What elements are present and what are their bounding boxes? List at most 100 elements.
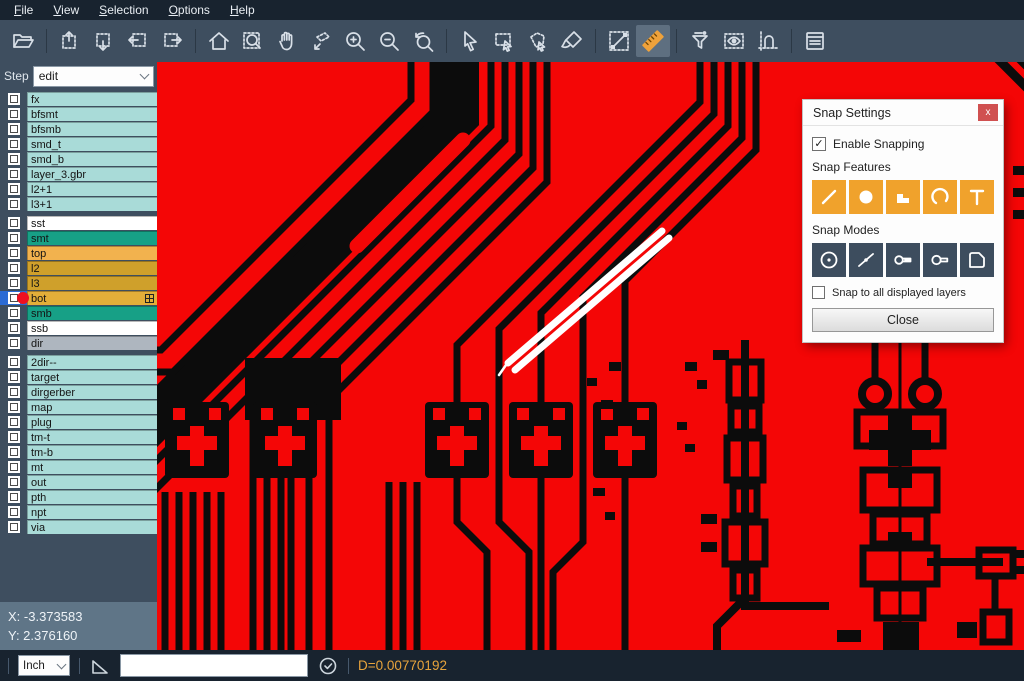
home-view-button[interactable] [202, 25, 236, 57]
layer-name[interactable]: smd_b [27, 152, 157, 166]
layer-visibility-checkbox[interactable] [0, 370, 27, 384]
ruler-tool-button[interactable] [636, 25, 670, 57]
layer-name[interactable]: top [27, 246, 157, 260]
measure-input[interactable] [120, 654, 308, 677]
trace-path-button[interactable] [751, 25, 785, 57]
menu-item-selection[interactable]: Selection [89, 0, 158, 20]
layer-visibility-checkbox[interactable] [0, 197, 27, 211]
view-box-button[interactable] [717, 25, 751, 57]
layer-name[interactable]: tm-t [27, 430, 157, 444]
layer-visibility-checkbox[interactable] [0, 182, 27, 196]
step-dropdown[interactable]: edit [33, 66, 154, 87]
layer-name[interactable]: bot [27, 291, 157, 305]
move-shape-button[interactable] [304, 25, 338, 57]
dialog-close-icon[interactable]: x [978, 104, 998, 121]
layer-name[interactable]: bfsmb [27, 122, 157, 136]
enable-snapping-checkbox[interactable] [812, 137, 826, 151]
layer-visibility-checkbox[interactable] [0, 355, 27, 369]
layer-name[interactable]: l2 [27, 261, 157, 275]
layer-visibility-checkbox[interactable] [0, 520, 27, 534]
snap-all-checkbox[interactable] [812, 286, 825, 299]
layer-name[interactable]: smt [27, 231, 157, 245]
layer-visibility-checkbox[interactable] [0, 460, 27, 474]
pan-hand-button[interactable] [270, 25, 304, 57]
layer-visibility-checkbox[interactable] [0, 445, 27, 459]
layer-name[interactable]: map [27, 400, 157, 414]
circle-check-icon[interactable] [317, 655, 339, 677]
measure-line-button[interactable] [602, 25, 636, 57]
layer-visibility-checkbox[interactable] [0, 306, 27, 320]
menu-item-view[interactable]: View [43, 0, 89, 20]
layer-visibility-checkbox[interactable] [0, 321, 27, 335]
layer-name[interactable]: smd_t [27, 137, 157, 151]
select-rectangle-button[interactable] [487, 25, 521, 57]
select-cursor-button[interactable] [453, 25, 487, 57]
layer-name[interactable]: l3 [27, 276, 157, 290]
snap-close-button[interactable]: Close [812, 308, 994, 332]
layer-name[interactable]: ssb [27, 321, 157, 335]
layer-name[interactable]: fx [27, 92, 157, 106]
layer-visibility-checkbox[interactable] [0, 231, 27, 245]
snap-feature-corner-button[interactable] [886, 180, 920, 214]
zoom-out-button[interactable] [372, 25, 406, 57]
scroll-left-button[interactable] [121, 25, 155, 57]
layer-visibility-checkbox[interactable] [0, 261, 27, 275]
zoom-in-button[interactable] [338, 25, 372, 57]
layer-visibility-checkbox[interactable] [0, 122, 27, 136]
layer-name[interactable]: sst [27, 216, 157, 230]
layer-visibility-checkbox[interactable] [0, 415, 27, 429]
snap-mode-pad-entry-button[interactable] [886, 243, 920, 277]
layer-visibility-checkbox[interactable] [0, 336, 27, 350]
layer-visibility-checkbox[interactable] [0, 167, 27, 181]
layer-name[interactable]: mt [27, 460, 157, 474]
scroll-down-button[interactable] [87, 25, 121, 57]
menu-item-options[interactable]: Options [159, 0, 220, 20]
layer-name[interactable]: bfsmt [27, 107, 157, 121]
snap-feature-arc-button[interactable] [923, 180, 957, 214]
snap-feature-circle-button[interactable] [849, 180, 883, 214]
layer-visibility-checkbox[interactable] [0, 385, 27, 399]
zoom-window-button[interactable] [236, 25, 270, 57]
layer-name[interactable]: l2+1 [27, 182, 157, 196]
zoom-previous-button[interactable] [406, 25, 440, 57]
snap-mode-center-button[interactable] [812, 243, 846, 277]
units-dropdown[interactable]: Inch [18, 655, 70, 676]
select-polygon-button[interactable] [521, 25, 555, 57]
layer-visibility-checkbox[interactable] [0, 430, 27, 444]
snap-mode-midpoint-button[interactable] [849, 243, 883, 277]
layer-visibility-checkbox[interactable] [0, 246, 27, 260]
layer-visibility-checkbox[interactable] [0, 505, 27, 519]
dialog-titlebar[interactable]: Snap Settings x [803, 100, 1003, 126]
layer-visibility-checkbox[interactable] [0, 92, 27, 106]
snap-feature-line-button[interactable] [812, 180, 846, 214]
layer-name[interactable]: dirgerber [27, 385, 157, 399]
layer-name[interactable]: pth [27, 490, 157, 504]
layer-visibility-checkbox[interactable] [0, 490, 27, 504]
layer-name[interactable]: via [27, 520, 157, 534]
layer-name[interactable]: dir [27, 336, 157, 350]
layer-name[interactable]: plug [27, 415, 157, 429]
pcb-canvas[interactable]: Snap Settings x Enable Snapping Snap Fea… [157, 62, 1024, 650]
layer-visibility-checkbox[interactable] [0, 400, 27, 414]
layer-name[interactable]: l3+1 [27, 197, 157, 211]
layer-name[interactable]: target [27, 370, 157, 384]
layer-visibility-checkbox[interactable] [0, 276, 27, 290]
layer-name[interactable]: out [27, 475, 157, 489]
menu-item-file[interactable]: File [4, 0, 43, 20]
layer-visibility-checkbox[interactable] [0, 152, 27, 166]
scroll-up-button[interactable] [53, 25, 87, 57]
layer-name[interactable]: 2dir-- [27, 355, 157, 369]
layer-visibility-checkbox[interactable] [0, 137, 27, 151]
scroll-right-button[interactable] [155, 25, 189, 57]
layer-name[interactable]: smb [27, 306, 157, 320]
snap-mode-polygon-button[interactable] [960, 243, 994, 277]
layer-visibility-checkbox[interactable] [0, 107, 27, 121]
layer-name[interactable]: npt [27, 505, 157, 519]
layer-name[interactable]: tm-b [27, 445, 157, 459]
layer-visibility-checkbox[interactable] [0, 475, 27, 489]
snap-mode-pad-outline-button[interactable] [923, 243, 957, 277]
open-button[interactable] [6, 25, 40, 57]
menu-item-help[interactable]: Help [220, 0, 265, 20]
paint-brush-button[interactable] [555, 25, 589, 57]
snap-feature-text-button[interactable] [960, 180, 994, 214]
